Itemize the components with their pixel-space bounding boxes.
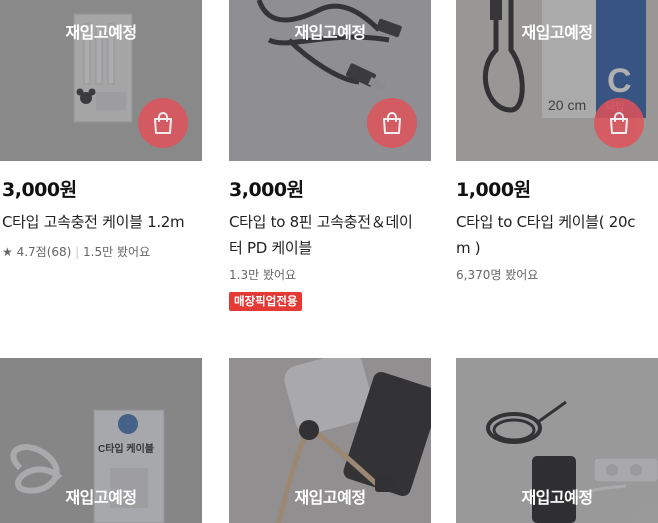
product-card[interactable]: 재입고예정 [229,358,431,523]
add-to-cart-button[interactable] [367,98,417,148]
product-image[interactable]: 재입고예정 [456,358,658,523]
product-name-line: m ) [456,239,481,257]
restock-label: 재입고예정 [65,488,137,507]
product-name[interactable]: C타입 to C타입 케이블( 20c m ) [456,209,656,261]
restock-label: 재입고예정 [294,488,366,507]
product-image[interactable]: 재입고예정 [229,0,431,161]
product-name-line: C타입 to 8핀 고속충전＆데이 [229,213,413,231]
product-image[interactable]: 재입고예정 [0,0,202,161]
shopping-bag-icon [610,112,628,134]
product-meta: ★ 4.7점(68) | 1.5만 봤어요 [2,243,150,260]
views-text: 6,370명 봤어요 [456,268,539,282]
product-price: 3,000원 [2,179,77,201]
add-to-cart-button[interactable] [594,98,644,148]
shopping-bag-icon [154,112,172,134]
product-image[interactable]: 재입고예정 [229,358,431,523]
product-name[interactable]: C타입 고속충전 케이블 1.2m [2,209,202,235]
product-card[interactable]: 재입고예정 [456,358,658,523]
pickup-only-badge: 매장픽업전용 [229,292,303,311]
product-image[interactable]: C타입 케이블 재입고예정 [0,358,202,523]
restock-label: 재입고예정 [65,23,137,42]
restock-label: 재입고예정 [294,23,366,42]
product-price: 1,000원 [456,179,531,201]
product-card[interactable]: 재입고예정 [0,0,202,161]
meta-divider: | [75,245,80,259]
shopping-bag-icon [383,112,401,134]
product-card[interactable]: 재입고예정 [229,0,431,161]
restock-label: 재입고예정 [521,488,593,507]
product-name[interactable]: C타입 to 8핀 고속충전＆데이 터 PD 케이블 [229,209,429,261]
add-to-cart-button[interactable] [138,98,188,148]
product-price: 3,000원 [229,179,304,201]
views-text: 1.5만 봤어요 [83,245,151,259]
views-text: 1.3만 봤어요 [229,268,297,282]
product-card[interactable]: C 타입 20 cm 재입고예정 [456,0,658,161]
restock-label: 재입고예정 [521,23,593,42]
product-name-line: C타입 to C타입 케이블( 20c [456,213,636,231]
product-name-line: 터 PD 케이블 [229,239,312,257]
product-image[interactable]: C 타입 20 cm 재입고예정 [456,0,658,161]
rating-text: ★ 4.7점(68) [2,245,72,259]
product-card[interactable]: C타입 케이블 재입고예정 [0,358,202,523]
